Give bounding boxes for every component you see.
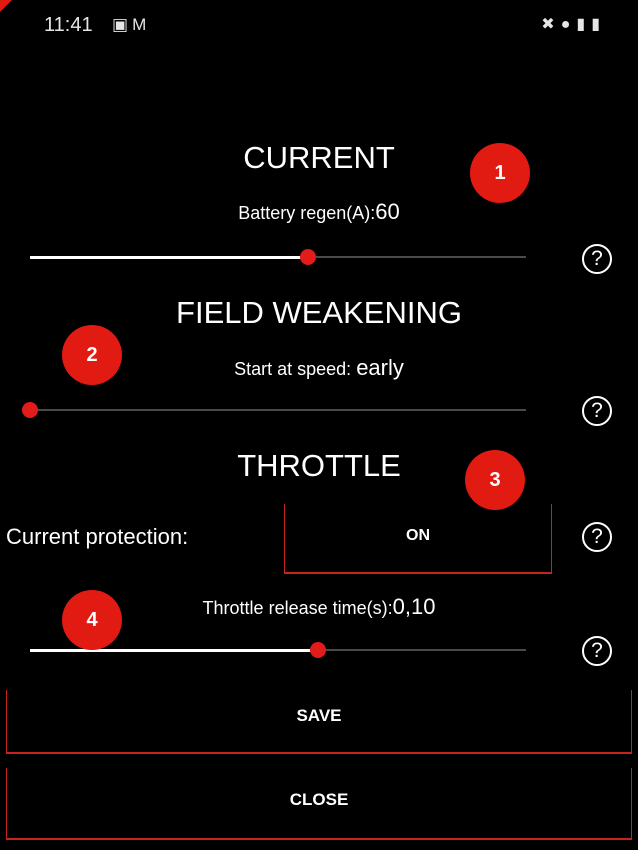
battery-regen-slider[interactable] (30, 247, 526, 267)
slider-thumb[interactable] (309, 642, 326, 658)
battery-regen-text: Battery regen(A): (238, 203, 376, 223)
annotation-badge-2: 2 (62, 325, 122, 385)
save-button[interactable]: SAVE (6, 690, 632, 754)
image-icon: ▣ (112, 15, 133, 34)
annotation-badge-3: 3 (465, 450, 525, 510)
gmail-icon: M (132, 15, 151, 34)
corner-marker (0, 0, 12, 12)
throttle-title: THROTTLE (237, 448, 401, 483)
battery-regen-label: Battery regen(A):60 (0, 199, 638, 225)
slider-track (22, 409, 526, 411)
throttle-release-text: Throttle release time(s): (202, 598, 393, 618)
start-speed-help-icon[interactable]: ? (582, 396, 612, 426)
status-time: 11:41 (44, 14, 93, 36)
mute-icon: ✖ (541, 16, 561, 33)
battery-regen-value: 60 (375, 199, 400, 224)
current-protection-toggle[interactable]: ON (284, 504, 552, 574)
start-speed-text: Start at speed: (234, 359, 357, 379)
battery-regen-help-icon[interactable]: ? (582, 244, 612, 274)
location-icon: ● (560, 16, 577, 33)
slider-fill (30, 649, 318, 652)
start-speed-value: early (356, 355, 404, 380)
close-button[interactable]: CLOSE (6, 768, 632, 840)
start-speed-slider[interactable] (22, 400, 526, 420)
status-left-icons: ▣M (112, 15, 150, 35)
current-protection-label: Current protection: (6, 524, 189, 549)
status-right-icons: ✖●▮▮ (541, 14, 606, 34)
battery-charging-icon: ▮ (591, 16, 606, 33)
current-protection-help-icon[interactable]: ? (582, 522, 612, 552)
slider-thumb[interactable] (299, 249, 316, 265)
throttle-release-help-icon[interactable]: ? (582, 636, 612, 666)
current-title: CURRENT (243, 140, 395, 175)
slider-fill (30, 256, 308, 259)
slider-thumb[interactable] (22, 402, 38, 418)
throttle-release-value: 0,10 (392, 594, 436, 619)
annotation-badge-4: 4 (62, 590, 122, 650)
signal-icon: ▮ (576, 16, 592, 33)
annotation-badge-1: 1 (470, 143, 530, 203)
